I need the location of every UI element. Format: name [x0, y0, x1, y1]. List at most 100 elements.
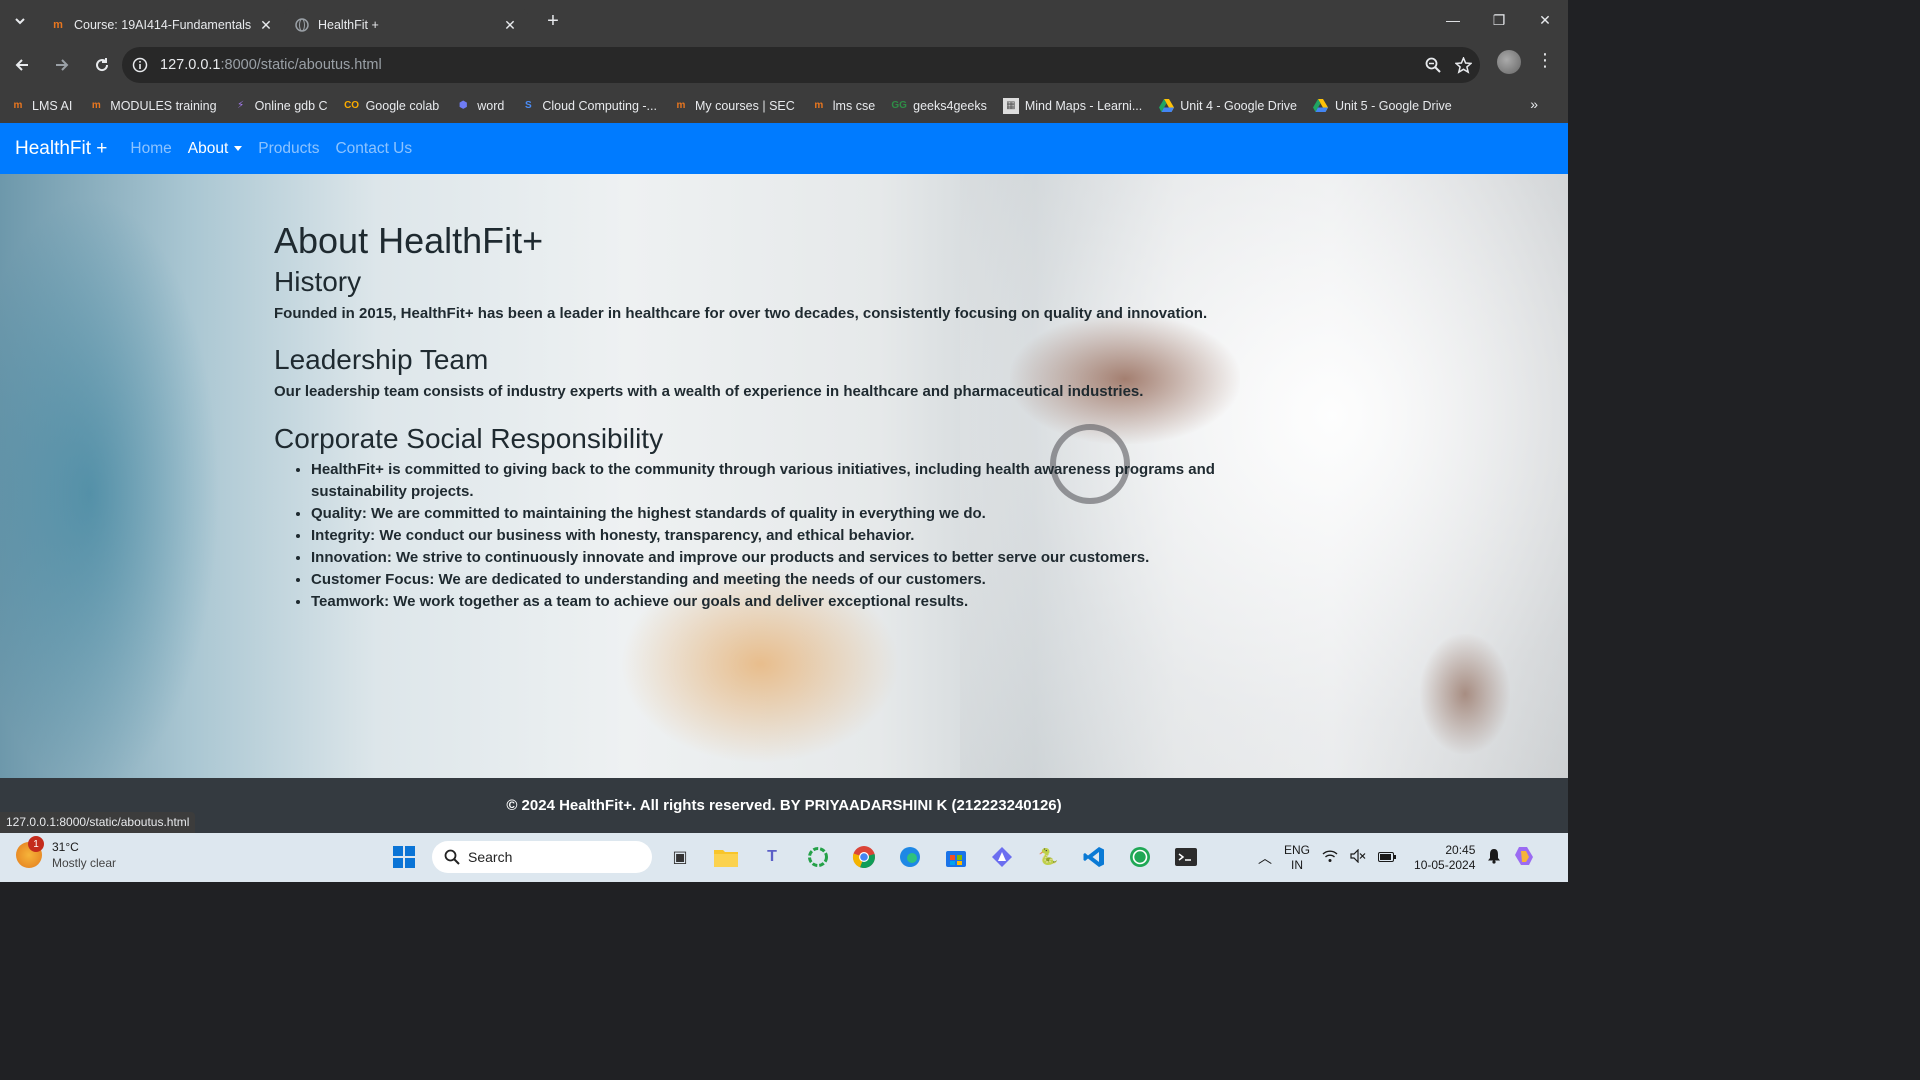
clock-time: 20:45: [1445, 842, 1476, 857]
bookmark-item[interactable]: Unit 4 - Google Drive: [1158, 98, 1297, 114]
teams-icon[interactable]: T: [754, 839, 790, 875]
weather-widget[interactable]: 1 31°C Mostly clear: [16, 836, 116, 871]
circle-app-icon[interactable]: [800, 839, 836, 875]
chevron-down-icon: [15, 18, 25, 25]
more-menu-icon[interactable]: ⋮: [1536, 50, 1554, 71]
new-tab-button[interactable]: +: [538, 6, 568, 36]
list-item: Integrity: We conduct our business with …: [311, 525, 1304, 547]
leadership-text: Our leadership team consists of industry…: [274, 383, 1144, 401]
tab-search-button[interactable]: [0, 0, 40, 42]
moodle-icon: m: [676, 100, 686, 111]
moodle-icon: m: [814, 100, 824, 111]
bookmark-label: word: [477, 98, 505, 113]
weather-temp: 31°C: [52, 840, 79, 854]
moodle-icon: m: [91, 100, 101, 111]
bookmark-item[interactable]: ▦ Mind Maps - Learni...: [1002, 97, 1143, 114]
nav-about-dropdown[interactable]: About: [188, 140, 243, 158]
bookmark-label: Mind Maps - Learni...: [1024, 98, 1143, 113]
store-icon[interactable]: [938, 839, 974, 875]
arrow-right-icon: [56, 59, 69, 71]
file-explorer-icon[interactable]: [708, 839, 744, 875]
close-icon[interactable]: ✕: [502, 17, 518, 34]
close-icon[interactable]: ✕: [258, 17, 274, 34]
bookmark-label: lms cse: [832, 98, 876, 113]
language-indicator[interactable]: ENG IN: [1284, 843, 1310, 873]
bookmark-item[interactable]: m MODULES training: [88, 98, 217, 114]
web-page: HealthFit + Home About Products Contact …: [0, 123, 1568, 833]
taskbar-search-box[interactable]: Search: [432, 841, 652, 873]
bell-icon[interactable]: [1487, 848, 1501, 867]
bookmark-item[interactable]: ⚡ Online gdb C: [233, 98, 327, 114]
bookmark-item[interactable]: ⬢ word: [455, 98, 504, 114]
mindmap-icon: ▦: [1002, 97, 1019, 114]
back-button[interactable]: [4, 47, 40, 83]
double-chevron-right-icon[interactable]: »: [1530, 96, 1538, 112]
bookmark-label: Unit 4 - Google Drive: [1180, 98, 1297, 113]
task-view-icon[interactable]: ▣: [662, 839, 698, 875]
arrow-left-icon: [15, 59, 28, 71]
terminal-icon[interactable]: [1168, 839, 1204, 875]
search-label: Search: [468, 849, 513, 865]
whatsapp-icon[interactable]: [1122, 839, 1158, 875]
bookmark-item[interactable]: m My courses | SEC: [673, 98, 795, 114]
close-window-button[interactable]: ✕: [1522, 0, 1568, 40]
status-url-bubble: 127.0.0.1:8000/static/aboutus.html: [0, 812, 196, 833]
globe-icon: [294, 17, 310, 33]
battery-icon[interactable]: [1378, 851, 1397, 865]
vscode-icon[interactable]: [1076, 839, 1112, 875]
zoom-icon[interactable]: [1425, 57, 1441, 73]
cloud-icon: S: [524, 100, 532, 111]
tab-title: HealthFit +: [318, 18, 379, 32]
tab-strip: m Course: 19AI414-Fundamentals ✕ HealthF…: [0, 0, 1568, 42]
list-item: Teamwork: We work together as a team to …: [311, 591, 1304, 613]
doctor-hand: [1420, 634, 1510, 754]
python-icon[interactable]: 🐍: [1030, 839, 1066, 875]
notification-badge: 1: [28, 836, 44, 852]
bookmark-item[interactable]: m LMS AI: [10, 98, 73, 114]
nav-about-label: About: [187, 139, 229, 157]
reload-button[interactable]: [84, 47, 120, 83]
weather-sun-icon: 1: [16, 836, 44, 868]
site-navbar: HealthFit + Home About Products Contact …: [0, 123, 1568, 174]
clock[interactable]: 20:45 10-05-2024: [1414, 843, 1475, 873]
bookmark-label: Google colab: [365, 98, 440, 113]
chrome-icon[interactable]: [846, 839, 882, 875]
nav-home[interactable]: Home: [130, 140, 171, 158]
windows-start-icon[interactable]: [386, 839, 422, 875]
site-footer: © 2024 HealthFit+. All rights reserved. …: [0, 778, 1568, 833]
bookmark-item[interactable]: m lms cse: [811, 98, 875, 114]
star-icon[interactable]: [1455, 56, 1472, 74]
gfg-icon: GG: [891, 100, 907, 111]
bookmark-label: My courses | SEC: [694, 98, 795, 113]
bookmarks-bar: m LMS AI m MODULES training ⚡ Online gdb C …: [0, 88, 1568, 123]
csr-heading: Corporate Social Responsibility: [274, 422, 664, 454]
list-item: HealthFit+ is committed to giving back t…: [311, 459, 1304, 503]
list-item: Quality: We are committed to maintaining…: [311, 503, 1304, 525]
nav-products[interactable]: Products: [258, 140, 319, 158]
site-brand[interactable]: HealthFit +: [15, 138, 107, 160]
restore-button[interactable]: ❐: [1476, 0, 1522, 40]
word-icon: ⬢: [458, 100, 468, 111]
tab-course[interactable]: m Course: 19AI414-Fundamentals ✕: [40, 8, 284, 42]
triangle-app-icon[interactable]: [984, 839, 1020, 875]
address-bar[interactable]: 127.0.0.1:8000/static/aboutus.html: [122, 47, 1480, 83]
edge-icon[interactable]: [892, 839, 928, 875]
forward-button[interactable]: [44, 47, 80, 83]
bookmark-item[interactable]: Unit 5 - Google Drive: [1313, 98, 1452, 114]
copilot-icon[interactable]: [1513, 845, 1535, 870]
bookmark-label: geeks4geeks: [913, 98, 987, 113]
chevron-up-icon[interactable]: ︿: [1258, 848, 1272, 868]
tab-healthfit[interactable]: HealthFit + ✕: [284, 8, 528, 42]
wifi-icon[interactable]: [1322, 849, 1338, 866]
nav-contact[interactable]: Contact Us: [335, 140, 412, 158]
volume-muted-icon[interactable]: [1350, 848, 1366, 866]
bookmark-item[interactable]: CO Google colab: [344, 98, 440, 114]
minimize-button[interactable]: —: [1430, 0, 1476, 40]
bookmark-item[interactable]: S Cloud Computing -...: [520, 98, 657, 114]
hero-background-image: About HealthFit+ History Founded in 2015…: [0, 174, 1568, 778]
moodle-icon: m: [53, 19, 63, 31]
search-icon: [444, 849, 460, 865]
bookmark-item[interactable]: GG geeks4geeks: [891, 98, 987, 114]
profile-avatar[interactable]: [1497, 50, 1521, 74]
site-info-icon[interactable]: [122, 57, 158, 73]
